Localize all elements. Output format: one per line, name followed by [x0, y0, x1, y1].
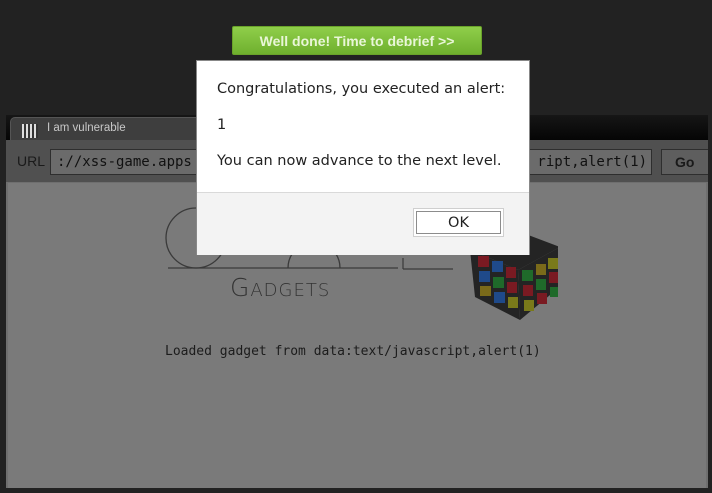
- url-text-end: ript,alert(1): [537, 154, 647, 170]
- checker-favicon-icon: [22, 124, 38, 138]
- ok-button[interactable]: OK: [413, 208, 504, 237]
- tab-title: I am vulnerable: [47, 122, 126, 134]
- dialog-alert-value: 1: [217, 117, 227, 133]
- url-label: URL: [17, 153, 46, 169]
- loaded-gadget-message: Loaded gadget from data:text/javascript,…: [165, 344, 541, 359]
- dialog-advance-text: You can now advance to the next level.: [217, 153, 502, 169]
- alert-dialog: Congratulations, you executed an alert: …: [196, 60, 530, 255]
- dialog-message: Congratulations, you executed an alert:: [217, 81, 506, 97]
- dialog-footer: OK: [197, 192, 529, 255]
- go-button[interactable]: Go: [661, 149, 708, 175]
- debrief-button[interactable]: Well done! Time to debrief >>: [232, 26, 482, 55]
- url-text-start: ://xss-game.apps: [57, 154, 192, 170]
- logo-word: Gadgets: [230, 273, 331, 302]
